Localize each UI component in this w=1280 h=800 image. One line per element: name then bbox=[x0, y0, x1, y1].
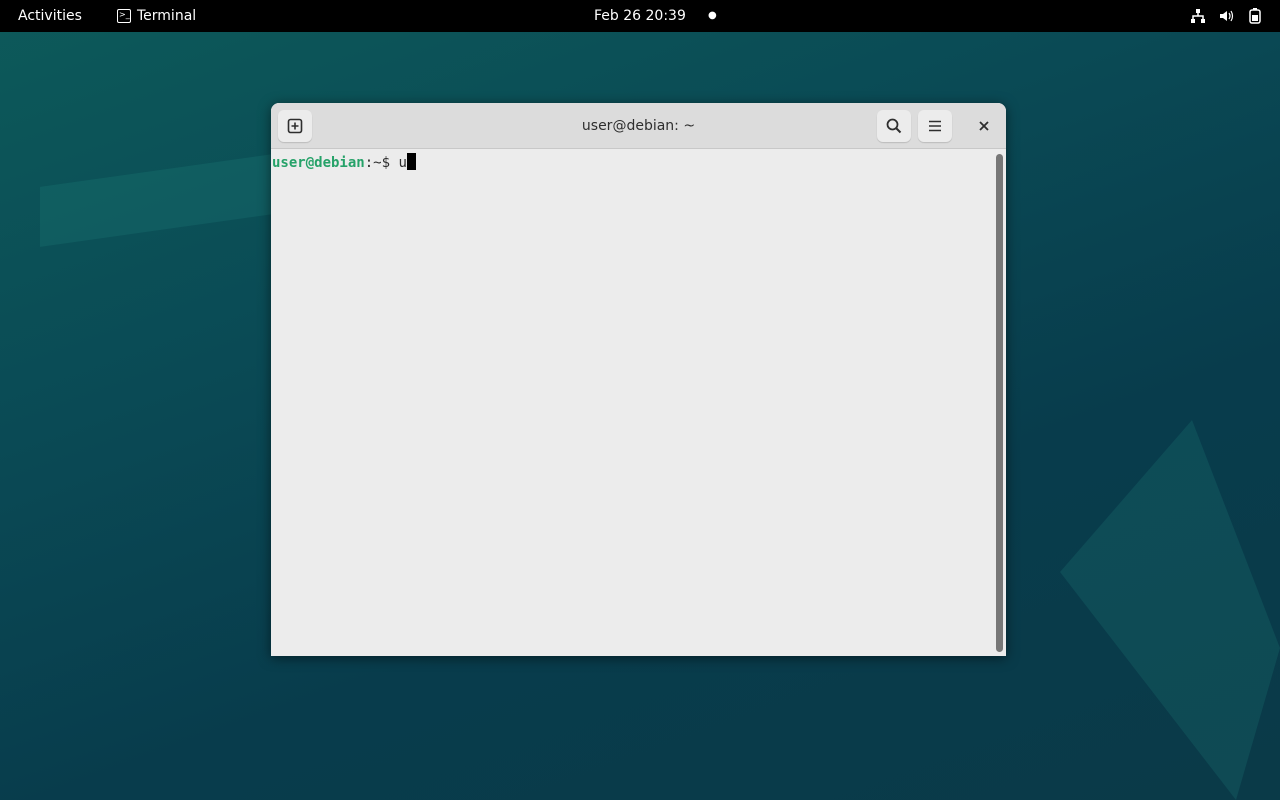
command-input: u bbox=[398, 155, 407, 171]
terminal-content[interactable]: user@debian:~$ u bbox=[271, 149, 1006, 171]
text-cursor bbox=[406, 153, 416, 170]
wallpaper-shape bbox=[1060, 420, 1280, 800]
header-bar: user@debian: ~ bbox=[271, 103, 1006, 149]
new-tab-button[interactable] bbox=[278, 110, 312, 142]
close-button[interactable] bbox=[967, 110, 1001, 142]
menu-button[interactable] bbox=[918, 110, 952, 142]
search-icon bbox=[886, 118, 902, 134]
activities-button[interactable]: Activities bbox=[18, 0, 82, 32]
battery-icon[interactable] bbox=[1248, 0, 1262, 32]
app-menu[interactable]: >_ Terminal bbox=[117, 0, 196, 32]
top-bar: Activities >_ Terminal Feb 26 20:39 ● bbox=[0, 0, 1280, 32]
clock[interactable]: Feb 26 20:39 bbox=[594, 0, 686, 32]
close-icon bbox=[979, 121, 989, 131]
new-tab-icon bbox=[287, 118, 303, 134]
hamburger-icon bbox=[929, 120, 941, 132]
prompt-user: user@debian bbox=[272, 155, 365, 171]
network-icon[interactable] bbox=[1190, 0, 1206, 32]
terminal-window: user@debian: ~ user@debian:~$ u bbox=[271, 103, 1006, 656]
terminal-icon: >_ bbox=[117, 9, 131, 23]
app-name: Terminal bbox=[137, 8, 197, 24]
scrollbar[interactable] bbox=[996, 154, 1003, 652]
search-button[interactable] bbox=[877, 110, 911, 142]
volume-icon[interactable] bbox=[1218, 0, 1234, 32]
prompt-path: :~$ bbox=[364, 155, 399, 171]
wallpaper-shape bbox=[40, 153, 280, 247]
notification-dot-icon: ● bbox=[708, 10, 717, 21]
